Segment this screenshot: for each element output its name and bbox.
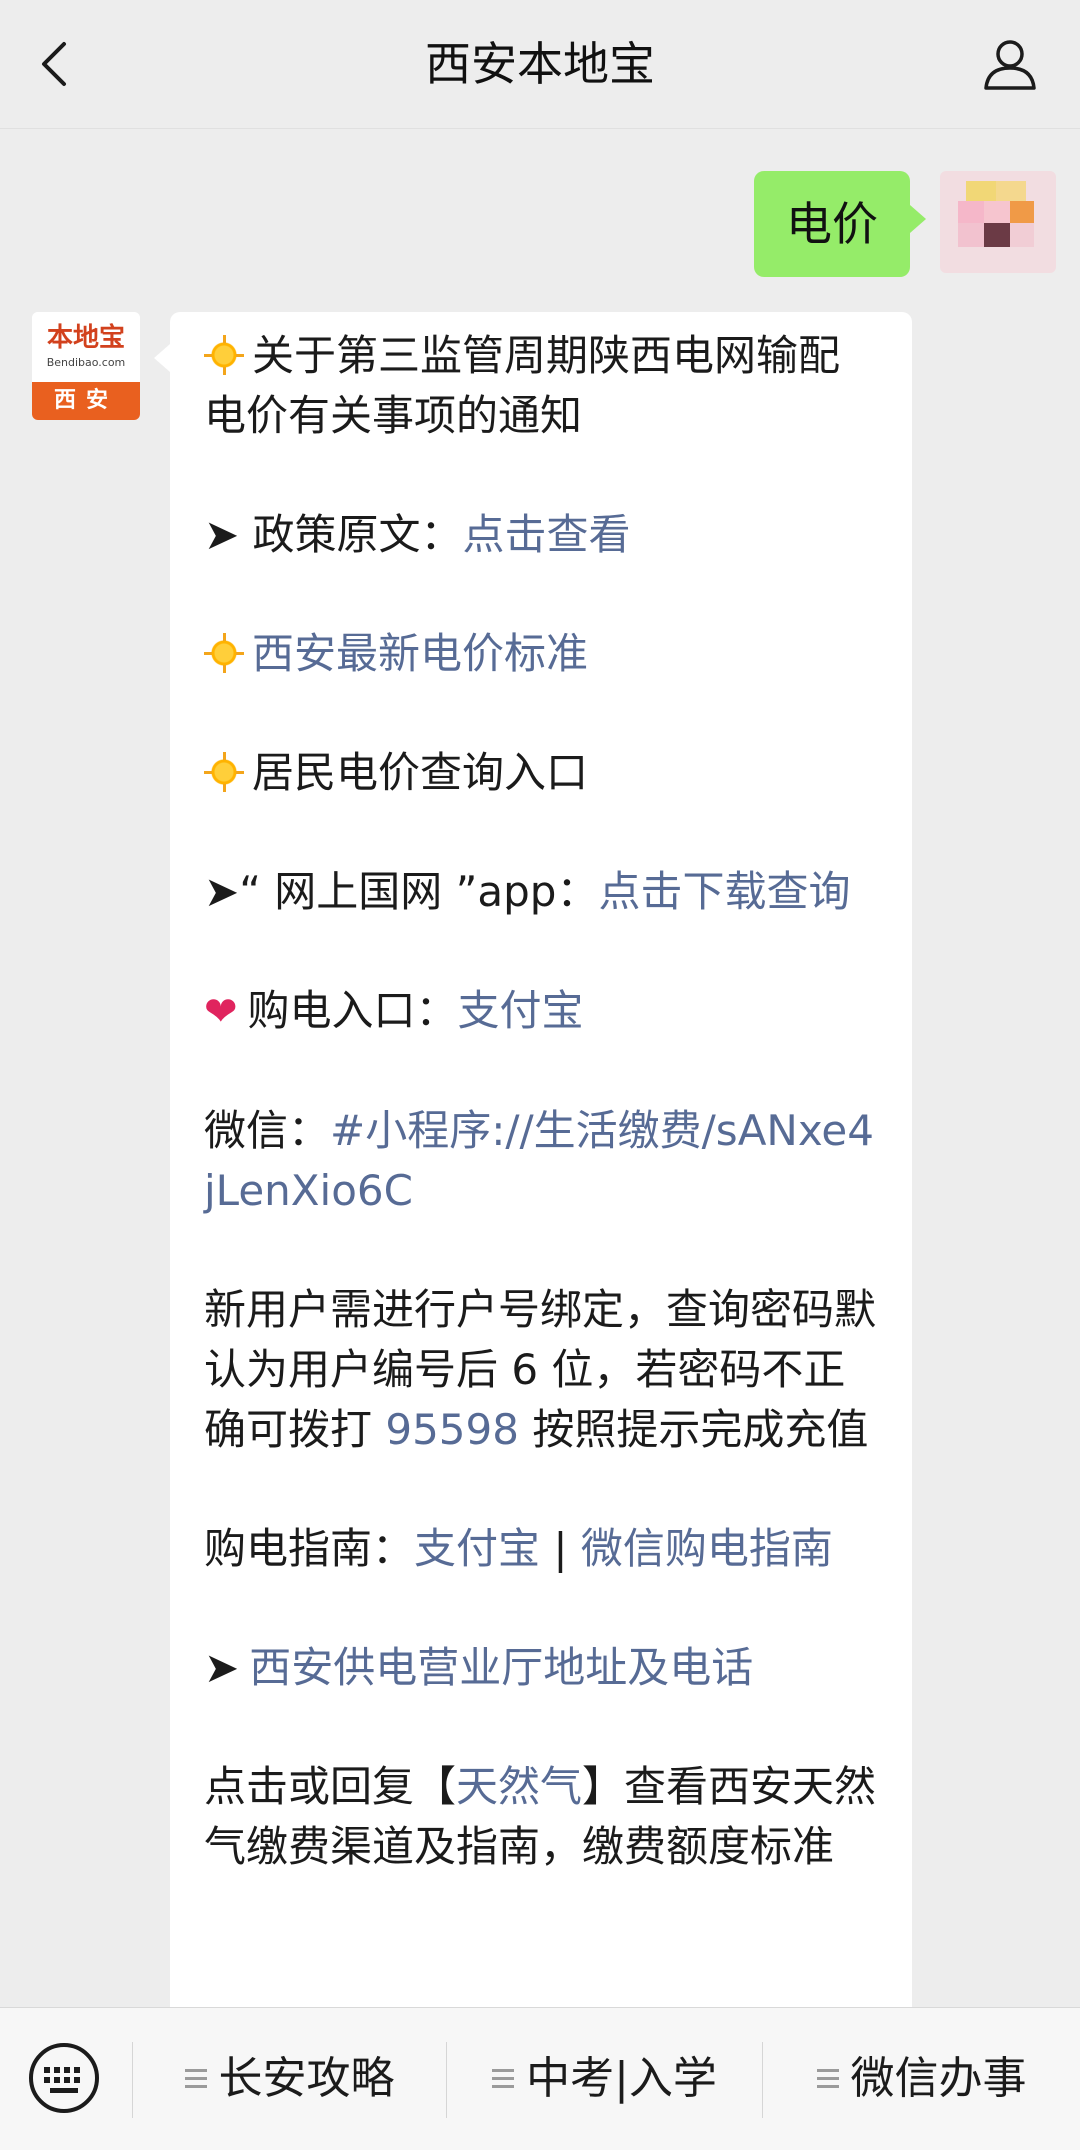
guide-separator: | — [540, 1524, 581, 1573]
heart-icon: ❤ — [204, 989, 238, 1035]
guide-alipay-link[interactable]: 支付宝 — [414, 1524, 540, 1573]
arrow-icon: ➤ — [204, 1643, 240, 1692]
guide-wechat-link[interactable]: 微信购电指南 — [581, 1524, 833, 1573]
menu-item-exam-enrollment[interactable]: 中考|入学 — [447, 2008, 762, 2150]
notice-title-line: 关于第三监管周期陕西电网输配电价有关事项的通知 — [204, 326, 880, 446]
sun-icon — [204, 335, 244, 375]
gas-line: 点击或回复【天然气】查看西安天然气缴费渠道及指南，缴费额度标准 — [204, 1757, 880, 1877]
user-icon[interactable] — [980, 34, 1040, 94]
menu-item-label: 长安攻略 — [218, 2053, 395, 2104]
gas-text-pre: 点击或回复【 — [204, 1762, 457, 1811]
top-nav-bar: 西安本地宝 — [0, 0, 1080, 129]
wechat-line: 微信：#小程序://生活缴费/sANxe4jLenXio6C — [204, 1101, 880, 1221]
policy-link[interactable]: 点击查看 — [463, 510, 631, 559]
binding-text-post: 按照提示完成充值 — [518, 1405, 869, 1454]
alipay-link[interactable]: 支付宝 — [458, 986, 584, 1035]
wechat-label: 微信： — [204, 1106, 331, 1155]
guide-label: 购电指南： — [204, 1524, 415, 1573]
user-avatar[interactable] — [940, 171, 1056, 273]
price-standard-link[interactable]: 西安最新电价标准 — [252, 629, 588, 678]
menu-list-icon — [492, 2067, 515, 2089]
menu-item-changan-guide[interactable]: 长安攻略 — [133, 2008, 446, 2150]
app-label: ➤“ 网上国网 ”app： — [204, 867, 599, 916]
binding-note: 新用户需进行户号绑定，查询密码默认为用户编号后 6 位，若密码不正确可拨打 95… — [204, 1280, 880, 1460]
keyboard-icon[interactable] — [28, 2042, 100, 2114]
menu-list-icon — [184, 2067, 207, 2089]
residential-query-text: 居民电价查询入口 — [252, 748, 589, 797]
chat-area[interactable]: 电价 本地宝 Bendibao.com 西安 关于第三监管周期陕西电网输配电价有… — [0, 129, 1080, 2032]
bottom-menu-bar: 长安攻略 中考|入学 微信办事 — [0, 2007, 1080, 2150]
gas-link[interactable]: 天然气 — [456, 1762, 582, 1811]
policy-label: ➤ 政策原文： — [204, 510, 463, 559]
price-standard-line: 西安最新电价标准 — [204, 624, 880, 684]
menu-item-label: 微信办事 — [850, 2053, 1027, 2104]
notice-title: 关于第三监管周期陕西电网输配电价有关事项的通知 — [204, 331, 841, 440]
chat-title: 西安本地宝 — [425, 37, 655, 91]
guide-line: 购电指南：支付宝 | 微信购电指南 — [204, 1519, 880, 1579]
avatar-site-text: Bendibao.com — [46, 356, 126, 369]
hotline-link[interactable]: 95598 — [385, 1405, 519, 1454]
residential-query-line: 居民电价查询入口 — [204, 743, 880, 803]
sun-icon — [204, 633, 244, 673]
bot-message-bubble: 关于第三监管周期陕西电网输配电价有关事项的通知 ➤ 政策原文：点击查看 西安最新… — [154, 312, 912, 2032]
app-line: ➤“ 网上国网 ”app：点击下载查询 — [204, 862, 880, 922]
app-download-link[interactable]: 点击下载查询 — [598, 867, 850, 916]
policy-line: ➤ 政策原文：点击查看 — [204, 505, 880, 565]
service-hall-link[interactable]: 西安供电营业厅地址及电话 — [249, 1643, 753, 1692]
menu-list-icon — [816, 2067, 839, 2089]
sun-icon — [204, 752, 244, 792]
purchase-label: 购电入口： — [247, 986, 458, 1035]
purchase-line: ❤ 购电入口：支付宝 — [204, 981, 880, 1042]
avatar-city-text: 西安 — [32, 382, 140, 420]
menu-item-wechat-services[interactable]: 微信办事 — [763, 2008, 1080, 2150]
user-message-bubble[interactable]: 电价 — [754, 171, 926, 277]
avatar-brand-text: 本地宝 — [46, 323, 125, 353]
menu-item-label: 中考|入学 — [526, 2053, 717, 2104]
official-account-avatar[interactable]: 本地宝 Bendibao.com 西安 — [32, 312, 140, 420]
service-hall-line: ➤ 西安供电营业厅地址及电话 — [204, 1638, 880, 1698]
